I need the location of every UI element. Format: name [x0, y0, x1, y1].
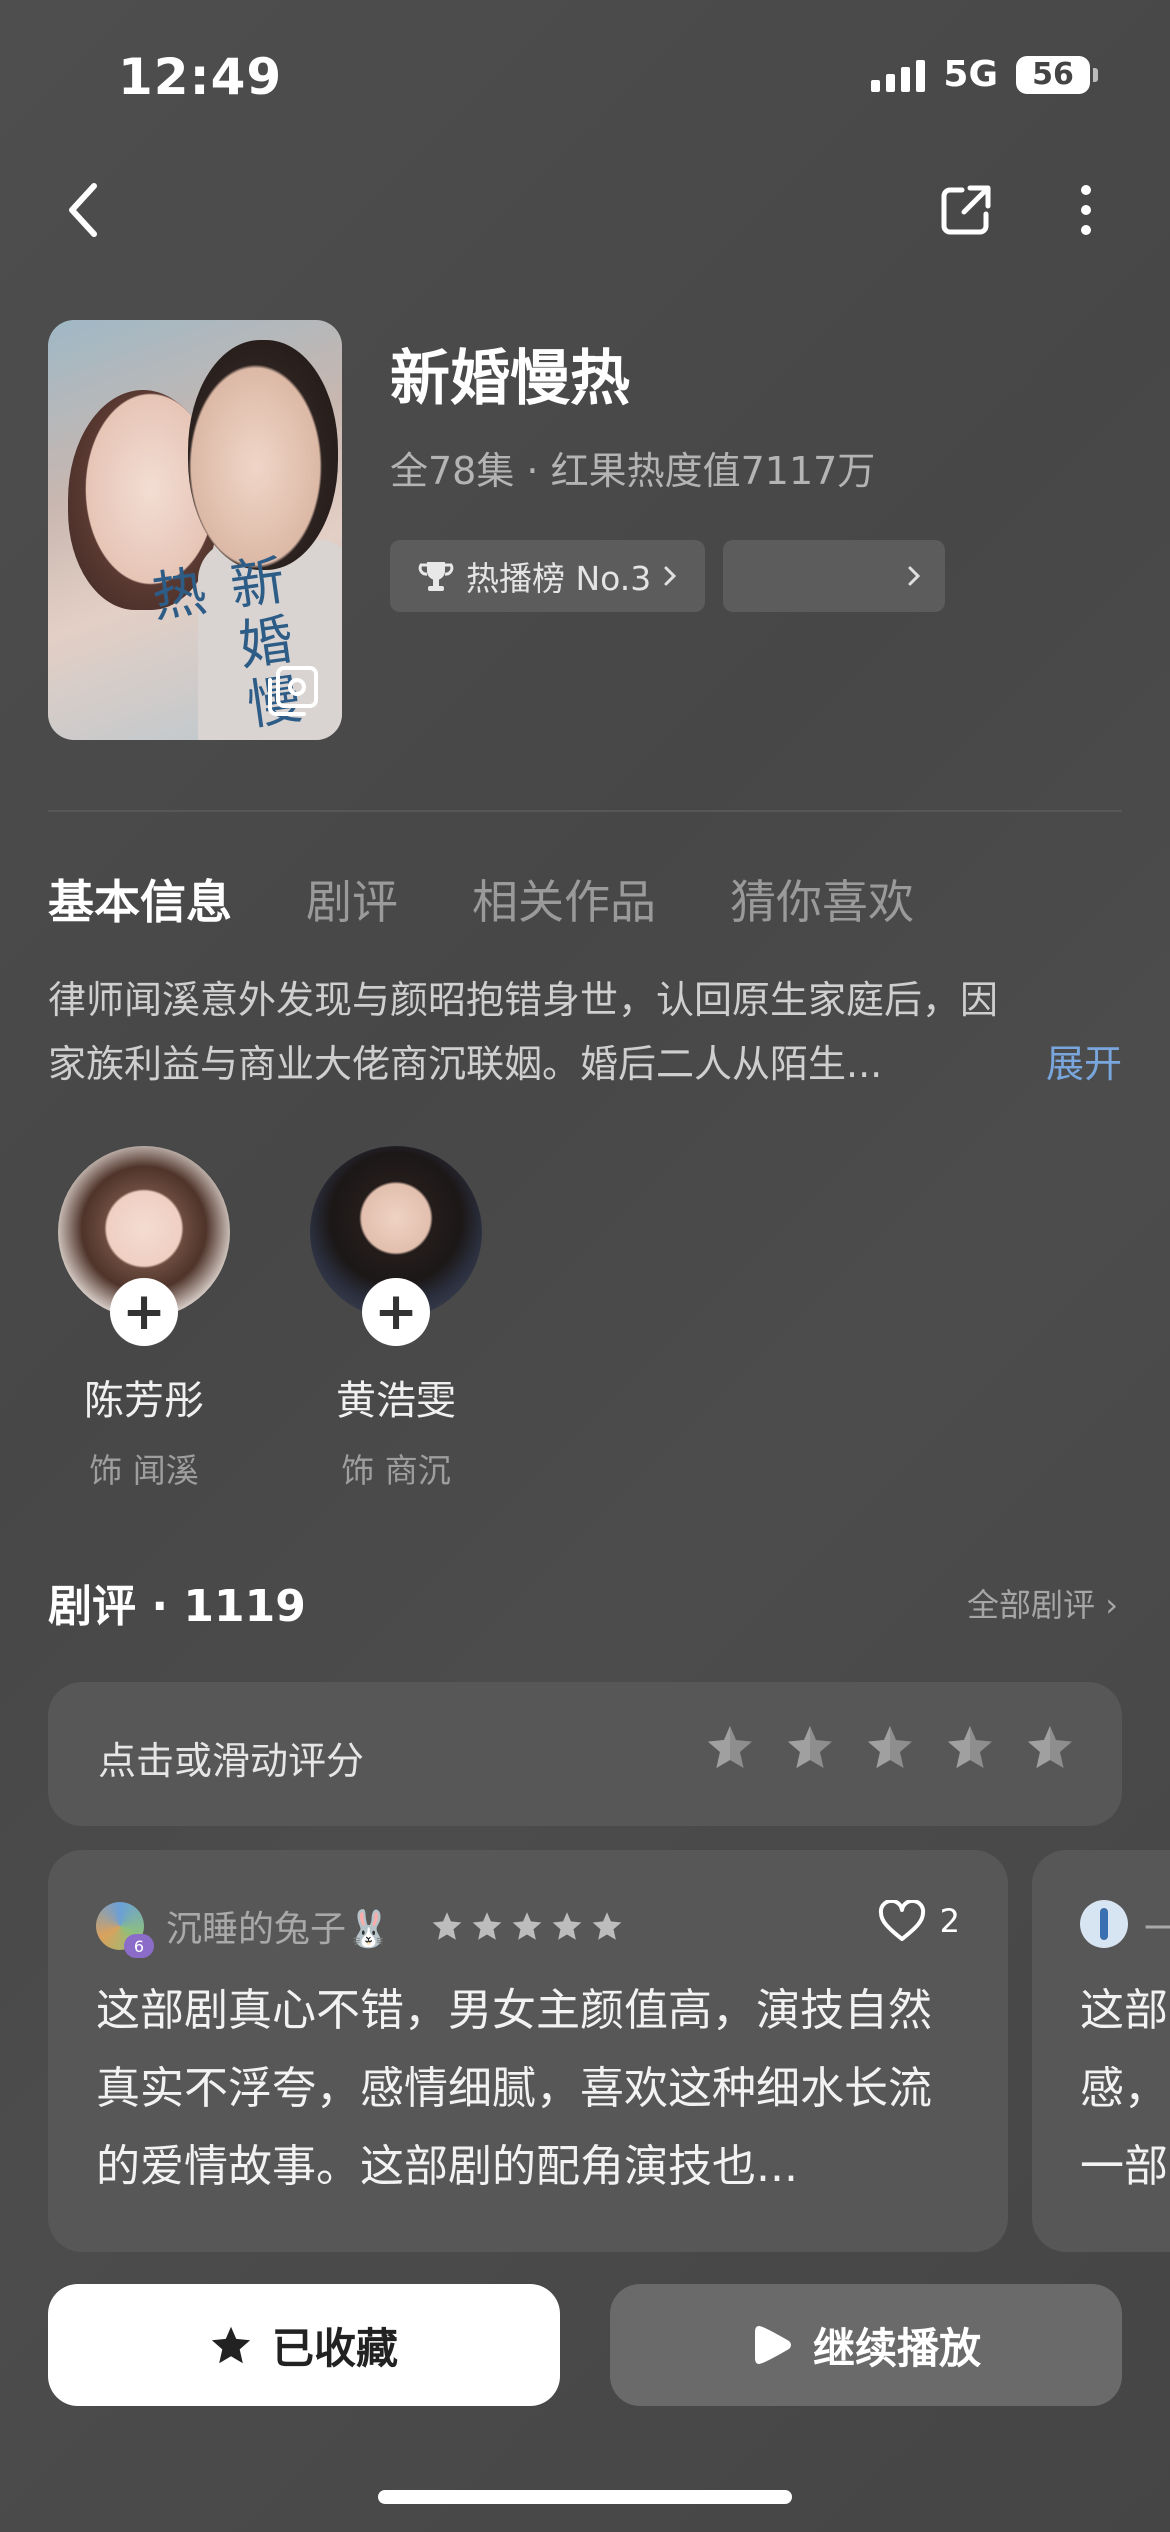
favorite-button[interactable]: 已收藏 — [48, 2284, 560, 2406]
chevron-right-icon: › — [1105, 1586, 1118, 1624]
synopsis-line-1: 律师闻溪意外发现与颜昭抱错身世，认回原生家庭后，因 — [48, 978, 999, 1022]
review-text: 这部剧真心不错，男女主颜值高，演技自然真实不浮夸，感情细腻，喜欢这种细水长流的爱… — [96, 1985, 932, 2192]
play-label: 继续播放 — [812, 2323, 981, 2373]
all-reviews-label: 全部剧评 — [967, 1586, 1096, 1624]
reviews-heading: 剧评 · 1119 — [48, 1581, 306, 1632]
secondary-chip[interactable] — [723, 540, 946, 612]
rating-prompt: 点击或滑动评分 — [98, 1739, 365, 1783]
show-meta: 全78集 · 红果热度值7117万 — [390, 449, 876, 493]
avatar[interactable]: 6 — [96, 1902, 154, 1958]
star-icon — [472, 1912, 502, 1940]
drama-detail-page: 12:49 5G 56 新婚慢热 新婚慢热 全78集 · 红果热度值7117万 … — [0, 0, 1170, 2532]
review-card[interactable]: 6 沉睡的兔子🐰 2 这部剧真心不错，男女主颜值高，演技自然真实不浮夸，感情细腻… — [48, 1850, 1008, 2252]
more-vertical-icon — [1081, 185, 1091, 235]
tab-basic-info[interactable]: 基本信息 — [48, 866, 232, 932]
review-stars — [431, 1911, 623, 1941]
chevron-right-icon — [664, 566, 677, 586]
network-label: 5G — [943, 54, 998, 95]
follow-plus-icon[interactable]: + — [362, 1278, 430, 1346]
continue-play-button[interactable]: 继续播放 — [610, 2284, 1122, 2406]
synopsis: 律师闻溪意外发现与颜昭抱错身世，认回原生家庭后，因 家族利益与商业大佬商沉联姻。… — [48, 968, 1122, 1096]
follow-plus-icon[interactable]: + — [110, 1278, 178, 1346]
battery-level: 56 — [1032, 57, 1074, 92]
review-username: 沉睡的兔子🐰 — [166, 1909, 391, 1950]
cast-item[interactable]: + 陈芳彤 饰 闻溪 — [58, 1146, 230, 1492]
star-icon[interactable] — [866, 1724, 914, 1770]
synopsis-line-2: 家族利益与商业大佬商沉联姻。婚后二人从陌生... — [48, 1042, 883, 1086]
favorite-label: 已收藏 — [271, 2323, 398, 2373]
tab-related[interactable]: 相关作品 — [472, 866, 656, 932]
star-icon — [552, 1912, 582, 1940]
back-button[interactable] — [44, 170, 124, 250]
status-time: 12:49 — [118, 48, 283, 106]
like-button[interactable]: 2 — [878, 1900, 960, 1942]
tab-reviews[interactable]: 剧评 — [306, 866, 398, 932]
battery-icon: 56 — [1016, 55, 1098, 94]
show-title: 新婚慢热 — [390, 344, 630, 414]
expand-link[interactable]: 展开 — [1046, 1032, 1122, 1096]
avatar[interactable] — [1080, 1900, 1128, 1948]
review-card[interactable]: 一 这部感，一部 — [1032, 1850, 1170, 2252]
signal-icon — [871, 58, 926, 92]
more-button[interactable] — [1046, 170, 1126, 250]
star-icon[interactable] — [1026, 1724, 1074, 1770]
all-reviews-link[interactable]: 全部剧评 › — [967, 1580, 1118, 1626]
status-bar: 12:49 5G 56 — [0, 0, 1170, 150]
star-icon — [432, 1912, 462, 1940]
section-divider — [48, 810, 1122, 812]
star-icon[interactable] — [706, 1724, 754, 1770]
review-user[interactable]: 6 沉睡的兔子🐰 — [96, 1900, 623, 1958]
status-indicators: 5G 56 — [871, 54, 1098, 95]
tab-recommend[interactable]: 猜你喜欢 — [730, 866, 914, 932]
chip-row: 热播榜 No.3 — [390, 540, 946, 612]
like-count: 2 — [939, 1902, 960, 1940]
section-tabs: 基本信息 剧评 相关作品 猜你喜欢 — [48, 866, 914, 932]
share-button[interactable] — [926, 170, 1006, 250]
rating-input[interactable]: 点击或滑动评分 — [48, 1682, 1122, 1826]
actor-role: 饰 闻溪 — [89, 1451, 199, 1490]
star-icon[interactable] — [946, 1724, 994, 1770]
star-icon — [592, 1912, 622, 1940]
chevron-left-icon — [69, 183, 97, 237]
actor-name: 黄浩雯 — [336, 1378, 456, 1424]
star-filled-icon — [211, 2326, 251, 2364]
trophy-icon — [418, 562, 454, 591]
share-icon — [941, 185, 991, 235]
review-username: 一 — [1144, 1909, 1170, 1950]
cast-list: + 陈芳彤 饰 闻溪 + 黄浩雯 饰 商沉 — [58, 1146, 482, 1492]
star-icon — [512, 1912, 542, 1940]
chevron-right-icon — [908, 566, 921, 586]
play-icon — [754, 2326, 791, 2364]
rank-chip[interactable]: 热播榜 No.3 — [390, 540, 706, 612]
actor-role: 饰 商沉 — [341, 1451, 451, 1490]
gallery-icon[interactable] — [266, 664, 320, 718]
rank-label: 热播榜 No.3 — [466, 559, 652, 598]
cast-item[interactable]: + 黄浩雯 饰 商沉 — [310, 1146, 482, 1492]
home-indicator[interactable] — [378, 2490, 792, 2504]
actor-name: 陈芳彤 — [84, 1378, 204, 1424]
star-icon[interactable] — [786, 1724, 834, 1770]
review-text: 这部感，一部 — [1080, 1985, 1168, 2192]
user-level-badge: 6 — [124, 1934, 154, 1958]
rating-stars[interactable] — [706, 1724, 1074, 1770]
heart-icon — [878, 1900, 925, 1941]
poster-image[interactable]: 新婚慢热 — [48, 320, 342, 740]
